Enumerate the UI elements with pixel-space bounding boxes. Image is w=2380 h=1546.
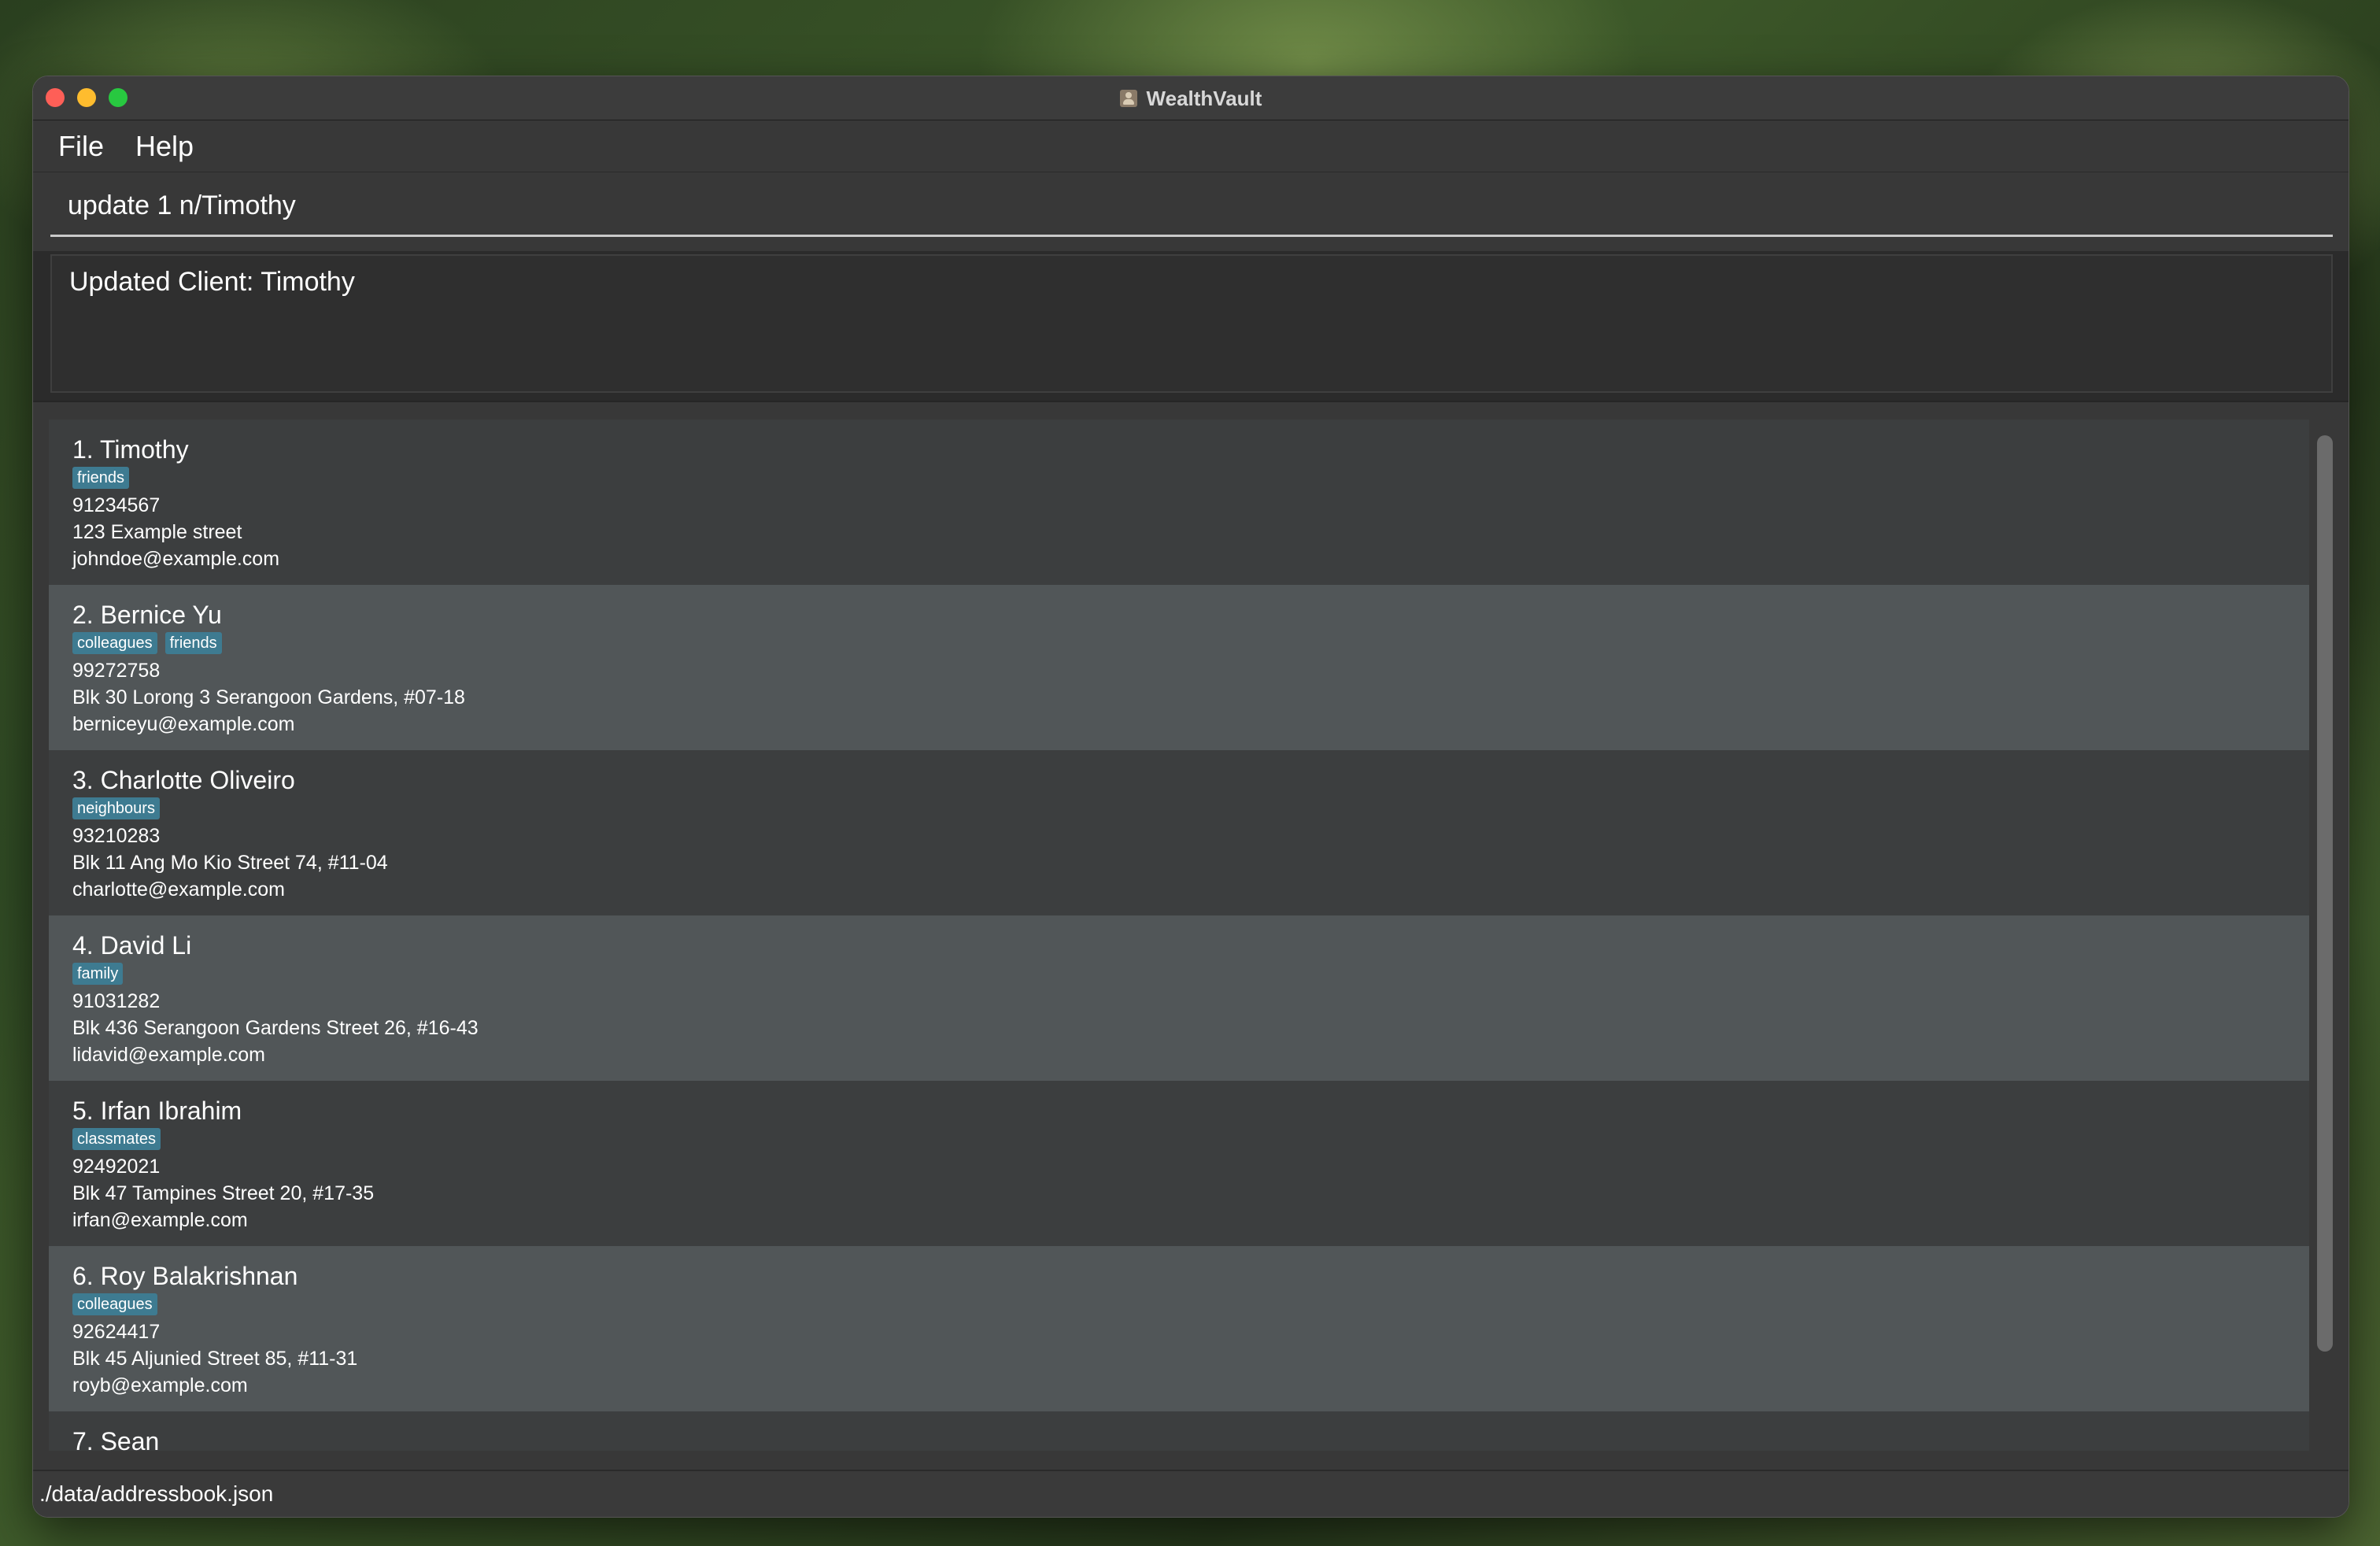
command-box (33, 172, 2349, 251)
client-phone: 92624417 (72, 1321, 161, 1343)
client-phone: 92492021 (72, 1156, 161, 1178)
client-address: Blk 47 Tampines Street 20, #17-35 (72, 1182, 375, 1204)
client-tags: family (72, 963, 2286, 985)
client-list-panel: 1. Timothy friends 91234567 123 Example str… (33, 401, 2349, 1482)
client-tags: neighbours (72, 797, 2286, 819)
client-address: Blk 45 Aljunied Street 85, #11-31 (72, 1348, 358, 1370)
client-tag: neighbours (72, 797, 160, 819)
client-tags: colleagues (72, 1293, 2286, 1315)
app-window: WealthVault File Help Updated Client: Ti… (32, 76, 2349, 1518)
title-wrap: WealthVault (33, 76, 2349, 120)
client-name: 3. Charlotte Oliveiro (72, 766, 295, 794)
client-tag: family (72, 963, 124, 985)
client-tags: colleagues friends (72, 632, 2286, 654)
client-card[interactable]: 3. Charlotte Oliveiro neighbours 93210283 B… (49, 750, 2309, 915)
client-tag: classmates (72, 1128, 161, 1150)
client-email: lidavid@example.com (72, 1044, 265, 1066)
client-card[interactable]: 1. Timothy friends 91234567 123 Example str… (49, 420, 2309, 585)
client-card[interactable]: 4. David Li family 91031282 Blk 436 Serango… (49, 915, 2309, 1081)
client-tag: friends (72, 467, 130, 489)
client-name: 7. Sean (72, 1427, 160, 1451)
client-name: 2. Bernice Yu (72, 601, 222, 629)
client-tag: friends (164, 632, 222, 654)
client-email: berniceyu@example.com (72, 713, 295, 735)
client-card[interactable]: 2. Bernice Yu colleagues friends 99272758 Bl… (49, 585, 2309, 750)
menu-bar: File Help (33, 120, 2349, 172)
client-name: 5. Irfan Ibrahim (72, 1097, 242, 1125)
client-tag: colleagues (72, 1293, 157, 1315)
client-tag: colleagues (72, 632, 157, 654)
client-address: 123 Example street (72, 521, 242, 543)
client-tags: friends (72, 467, 2286, 489)
client-address: Blk 436 Serangoon Gardens Street 26, #16… (72, 1017, 479, 1039)
window-title: WealthVault (1146, 86, 1262, 110)
client-card[interactable]: 6. Roy Balakrishnan colleagues 92624417 Blk… (49, 1246, 2309, 1411)
client-name: 6. Roy Balakrishnan (72, 1262, 298, 1290)
client-address: Blk 30 Lorong 3 Serangoon Gardens, #07-1… (72, 686, 465, 708)
client-phone: 91234567 (72, 494, 161, 516)
result-message: Updated Client: Timothy (69, 267, 355, 297)
result-display: Updated Client: Timothy (50, 254, 2333, 393)
app-person-icon (1119, 90, 1137, 107)
status-bar: ./data/addressbook.json (33, 1470, 2349, 1517)
command-input[interactable] (50, 177, 2333, 237)
client-address: Blk 11 Ang Mo Kio Street 74, #11-04 (72, 852, 388, 874)
client-email: charlotte@example.com (72, 878, 285, 901)
list-scrollbar[interactable] (2317, 435, 2333, 1352)
client-tags: classmates (72, 1128, 2286, 1150)
client-name: 4. David Li (72, 931, 192, 960)
client-phone: 93210283 (72, 825, 161, 847)
client-email: royb@example.com (72, 1374, 248, 1396)
client-name: 1. Timothy (72, 435, 189, 464)
data-file-path: ./data/addressbook.json (39, 1481, 274, 1506)
client-email: irfan@example.com (72, 1209, 248, 1231)
menu-help[interactable]: Help (135, 127, 194, 166)
client-phone: 91031282 (72, 990, 161, 1012)
title-bar[interactable]: WealthVault (33, 76, 2349, 120)
client-card[interactable]: 7. Sean (49, 1411, 2309, 1451)
client-list[interactable]: 1. Timothy friends 91234567 123 Example str… (49, 420, 2309, 1451)
menu-file[interactable]: File (58, 127, 104, 166)
client-phone: 99272758 (72, 660, 161, 682)
client-card[interactable]: 5. Irfan Ibrahim classmates 92492021 Blk 47… (49, 1081, 2309, 1246)
client-email: johndoe@example.com (72, 548, 280, 570)
